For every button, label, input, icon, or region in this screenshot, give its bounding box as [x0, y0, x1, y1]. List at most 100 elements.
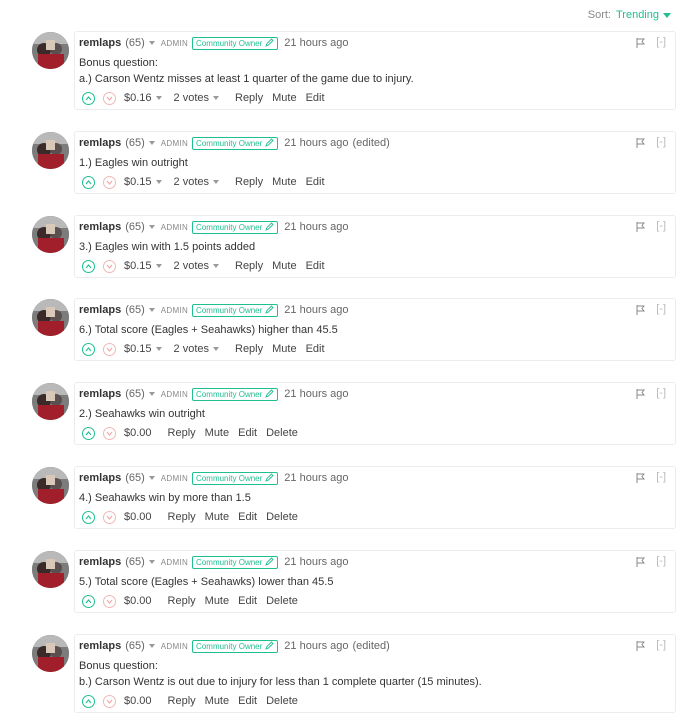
payout-value[interactable]: $0.15 [124, 176, 152, 188]
author-name[interactable]: remlaps [79, 137, 121, 149]
votes-label[interactable]: 2 votes [174, 343, 209, 355]
reply-button[interactable]: Reply [168, 427, 196, 439]
payout-value[interactable]: $0.00 [124, 511, 152, 523]
flag-icon[interactable] [636, 473, 646, 486]
reply-button[interactable]: Reply [235, 343, 263, 355]
collapse-button[interactable]: [-] [656, 639, 666, 651]
flag-icon[interactable] [636, 641, 646, 654]
downvote-icon[interactable] [103, 426, 116, 440]
flag-icon[interactable] [636, 38, 646, 51]
author-name[interactable]: remlaps [79, 556, 121, 568]
reply-button[interactable]: Reply [168, 695, 196, 707]
flag-icon[interactable] [636, 138, 646, 151]
payout-caret-icon[interactable] [155, 180, 162, 184]
downvote-icon[interactable] [103, 510, 116, 524]
collapse-button[interactable]: [-] [656, 220, 666, 232]
pencil-icon[interactable] [262, 388, 274, 400]
sort-control[interactable]: Sort: Trending [588, 9, 671, 21]
reply-button[interactable]: Reply [168, 511, 196, 523]
votes-count[interactable]: 2 votes [174, 176, 219, 188]
mute-button[interactable]: Mute [205, 595, 229, 607]
timestamp[interactable]: 21 hours ago [284, 304, 348, 316]
pencil-icon[interactable] [262, 37, 274, 49]
author-menu-caret-icon[interactable] [148, 392, 155, 396]
votes-count[interactable]: 2 votes [174, 260, 219, 272]
edit-button[interactable]: Edit [306, 343, 325, 355]
upvote-icon[interactable] [82, 175, 95, 189]
author-name[interactable]: remlaps [79, 388, 121, 400]
avatar[interactable] [32, 467, 69, 504]
avatar[interactable] [32, 635, 69, 672]
mute-button[interactable]: Mute [205, 511, 229, 523]
edit-button[interactable]: Edit [238, 695, 257, 707]
avatar[interactable] [32, 216, 69, 253]
downvote-icon[interactable] [103, 594, 116, 608]
author-name[interactable]: remlaps [79, 640, 121, 652]
mute-button[interactable]: Mute [272, 260, 296, 272]
timestamp[interactable]: 21 hours ago [284, 221, 348, 233]
author-menu-caret-icon[interactable] [148, 476, 155, 480]
author-name[interactable]: remlaps [79, 221, 121, 233]
reply-button[interactable]: Reply [235, 260, 263, 272]
upvote-icon[interactable] [82, 426, 95, 440]
timestamp[interactable]: 21 hours ago [284, 137, 348, 149]
collapse-button[interactable]: [-] [656, 36, 666, 48]
delete-button[interactable]: Delete [266, 511, 298, 523]
payout-value[interactable]: $0.16 [124, 92, 152, 104]
votes-caret-icon[interactable] [213, 264, 219, 268]
author-menu-caret-icon[interactable] [148, 560, 155, 564]
mute-button[interactable]: Mute [272, 343, 296, 355]
mute-button[interactable]: Mute [272, 92, 296, 104]
votes-count[interactable]: 2 votes [174, 343, 219, 355]
pencil-icon[interactable] [262, 556, 274, 568]
payout-caret-icon[interactable] [155, 264, 162, 268]
sort-caret-icon[interactable] [663, 12, 671, 18]
upvote-icon[interactable] [82, 594, 95, 608]
avatar[interactable] [32, 32, 69, 69]
collapse-button[interactable]: [-] [656, 387, 666, 399]
author-menu-caret-icon[interactable] [148, 41, 155, 45]
edit-button[interactable]: Edit [238, 427, 257, 439]
pencil-icon[interactable] [262, 137, 274, 149]
downvote-icon[interactable] [103, 259, 116, 273]
votes-label[interactable]: 2 votes [174, 92, 209, 104]
votes-caret-icon[interactable] [213, 180, 219, 184]
flag-icon[interactable] [636, 389, 646, 402]
collapse-button[interactable]: [-] [656, 303, 666, 315]
author-name[interactable]: remlaps [79, 304, 121, 316]
author-menu-caret-icon[interactable] [148, 308, 155, 312]
payout-value[interactable]: $0.00 [124, 595, 152, 607]
mute-button[interactable]: Mute [272, 176, 296, 188]
payout-value[interactable]: $0.15 [124, 260, 152, 272]
reply-button[interactable]: Reply [235, 92, 263, 104]
upvote-icon[interactable] [82, 342, 95, 356]
collapse-button[interactable]: [-] [656, 471, 666, 483]
avatar[interactable] [32, 383, 69, 420]
pencil-icon[interactable] [262, 221, 274, 233]
payout-value[interactable]: $0.15 [124, 343, 152, 355]
upvote-icon[interactable] [82, 694, 95, 708]
upvote-icon[interactable] [82, 259, 95, 273]
votes-label[interactable]: 2 votes [174, 176, 209, 188]
votes-caret-icon[interactable] [213, 347, 219, 351]
collapse-button[interactable]: [-] [656, 136, 666, 148]
downvote-icon[interactable] [103, 91, 116, 105]
pencil-icon[interactable] [262, 640, 274, 652]
edit-button[interactable]: Edit [238, 595, 257, 607]
votes-label[interactable]: 2 votes [174, 260, 209, 272]
author-name[interactable]: remlaps [79, 37, 121, 49]
flag-icon[interactable] [636, 222, 646, 235]
collapse-button[interactable]: [-] [656, 555, 666, 567]
payout-value[interactable]: $0.00 [124, 695, 152, 707]
edit-button[interactable]: Edit [306, 176, 325, 188]
edit-button[interactable]: Edit [306, 260, 325, 272]
votes-count[interactable]: 2 votes [174, 92, 219, 104]
author-menu-caret-icon[interactable] [148, 225, 155, 229]
timestamp[interactable]: 21 hours ago [284, 37, 348, 49]
mute-button[interactable]: Mute [205, 427, 229, 439]
downvote-icon[interactable] [103, 342, 116, 356]
author-menu-caret-icon[interactable] [148, 141, 155, 145]
avatar[interactable] [32, 551, 69, 588]
timestamp[interactable]: 21 hours ago [284, 556, 348, 568]
delete-button[interactable]: Delete [266, 427, 298, 439]
